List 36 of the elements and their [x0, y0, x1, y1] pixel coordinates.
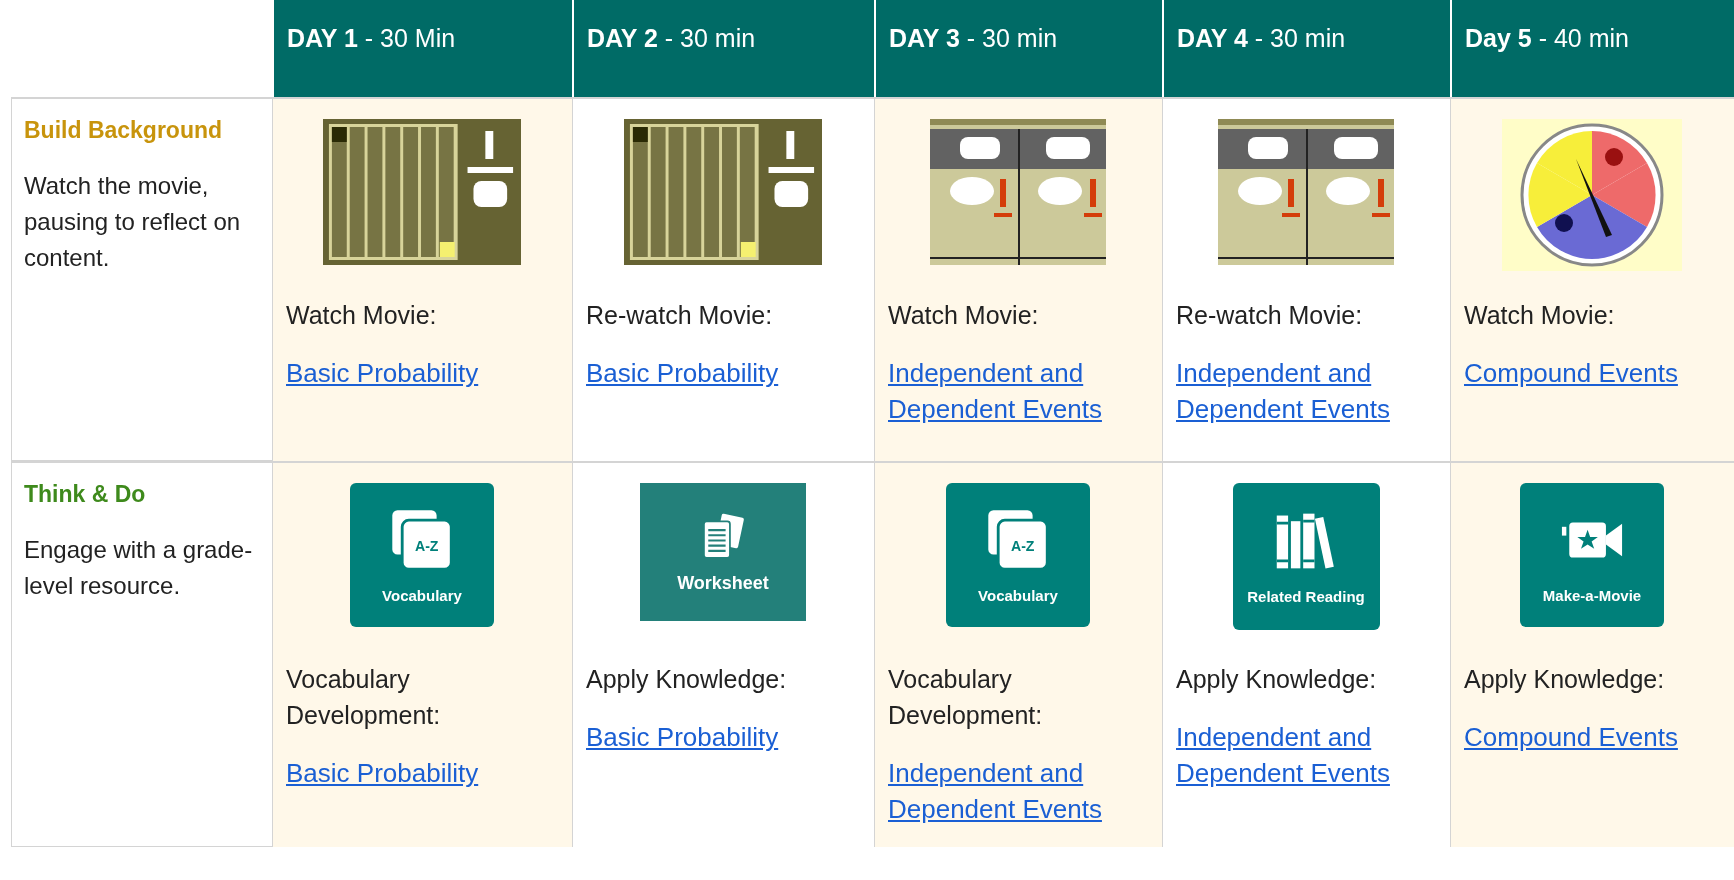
activity-label: Watch Movie:	[888, 300, 1040, 331]
activity-label: Watch Movie:	[1464, 300, 1616, 331]
activity-label: Apply Knowledge:	[1176, 664, 1378, 695]
row-title: Think & Do	[24, 481, 147, 508]
cards-icon-label: A-Z	[414, 537, 439, 554]
row-description: Engage with a grade-level resource.	[24, 535, 254, 601]
day-header: DAY 1 - 30 Min	[272, 0, 572, 97]
resource-tile[interactable]: A-Z Vocabulary	[946, 483, 1090, 627]
day-header: DAY 3 - 30 min	[874, 0, 1162, 97]
resource-link[interactable]: Basic Probability	[586, 719, 860, 755]
activity-label: Vocabulary Development:	[286, 664, 442, 731]
activity-label: Vocabulary Development:	[888, 664, 1044, 731]
resource-link[interactable]: Basic Probability	[286, 355, 558, 391]
resource-link[interactable]: Independent and Dependent Events	[888, 755, 1148, 827]
resource-link[interactable]: Independent and Dependent Events	[1176, 719, 1436, 791]
day-header: Day 5 - 40 min	[1450, 0, 1734, 97]
activity-label: Re-watch Movie:	[1176, 300, 1364, 331]
resource-link[interactable]: Compound Events	[1464, 355, 1720, 391]
activity-label: Apply Knowledge:	[586, 664, 788, 695]
resource-link[interactable]: Basic Probability	[586, 355, 860, 391]
row-description: Watch the movie, pausing to reflect on content.	[24, 171, 242, 273]
resource-link[interactable]: Compound Events	[1464, 719, 1720, 755]
activity-label: Re-watch Movie:	[586, 300, 774, 331]
activity-label: Watch Movie:	[286, 300, 438, 331]
resource-tile[interactable]: Worksheet	[640, 483, 806, 621]
resource-tile[interactable]: Related Reading	[1232, 483, 1380, 630]
resource-link[interactable]: Independent and Dependent Events	[888, 355, 1148, 427]
cards-icon-label: A-Z	[1010, 537, 1035, 554]
activity-label: Apply Knowledge:	[1464, 664, 1666, 695]
row-title: Build Background	[24, 117, 224, 144]
resource-tile[interactable]: Make-a-Movie	[1520, 483, 1664, 627]
day-header: DAY 4 - 30 min	[1162, 0, 1450, 97]
resource-link[interactable]: Independent and Dependent Events	[1176, 355, 1436, 427]
resource-tile[interactable]: A-Z Vocabulary	[350, 483, 494, 627]
day-header: DAY 2 - 30 min	[572, 0, 874, 97]
resource-link[interactable]: Basic Probability	[286, 755, 558, 791]
